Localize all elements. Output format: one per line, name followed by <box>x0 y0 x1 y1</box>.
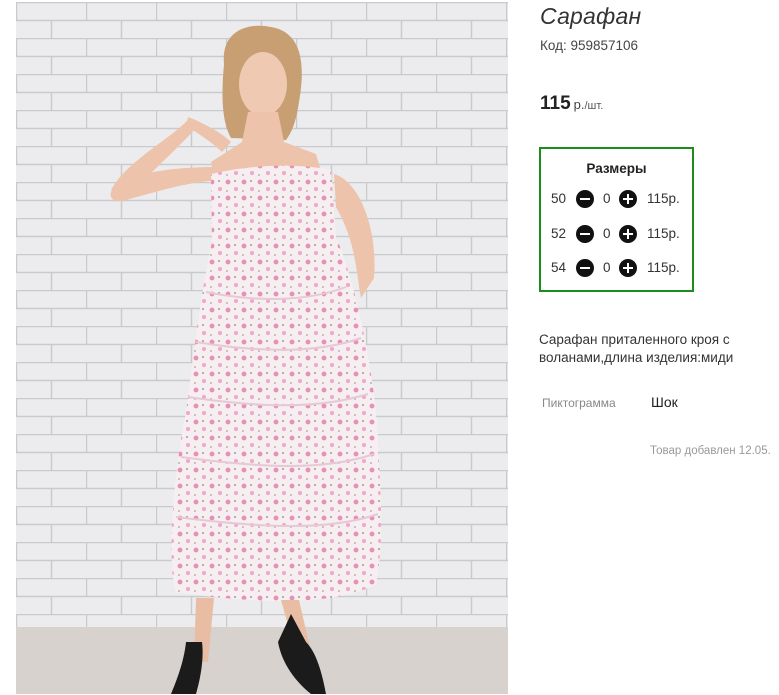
size-price: 115р. <box>647 226 680 241</box>
size-label: 50 <box>551 191 567 206</box>
increase-quantity-button[interactable] <box>619 190 637 208</box>
quantity-value: 0 <box>603 226 611 241</box>
decrease-quantity-button[interactable] <box>576 259 594 277</box>
size-row: 52 0 115р. <box>541 225 696 245</box>
added-date: Товар добавлен 12.05. <box>650 445 771 457</box>
price-unit: /шт. <box>584 100 604 112</box>
increase-quantity-button[interactable] <box>619 259 637 277</box>
pictogram-label: Пиктограмма <box>542 396 616 410</box>
size-row: 54 0 115р. <box>541 259 696 279</box>
price-value: 115 <box>540 93 571 114</box>
sizes-heading: Размеры <box>586 161 647 176</box>
size-price: 115р. <box>647 260 680 275</box>
size-price: 115р. <box>647 191 680 206</box>
price-currency: р. <box>573 97 585 112</box>
product-price: 115 р./шт. <box>540 93 603 115</box>
product-title: Сарафан <box>540 3 642 29</box>
product-image[interactable] <box>16 2 508 694</box>
quantity-value: 0 <box>603 191 611 206</box>
size-label: 52 <box>551 226 567 241</box>
product-code: Код: 959857106 <box>540 38 639 53</box>
increase-quantity-button[interactable] <box>619 225 637 243</box>
size-row: 50 0 115р. <box>541 190 696 210</box>
sizes-panel: Размеры 50 0 115р. 52 0 115р. 54 0 115р. <box>539 147 694 292</box>
quantity-value: 0 <box>603 260 611 275</box>
product-description: Сарафан приталенного кроя с воланами,дли… <box>539 332 734 365</box>
pictogram-value: Шок <box>651 394 678 410</box>
size-label: 54 <box>551 260 567 275</box>
decrease-quantity-button[interactable] <box>576 225 594 243</box>
decrease-quantity-button[interactable] <box>576 190 594 208</box>
